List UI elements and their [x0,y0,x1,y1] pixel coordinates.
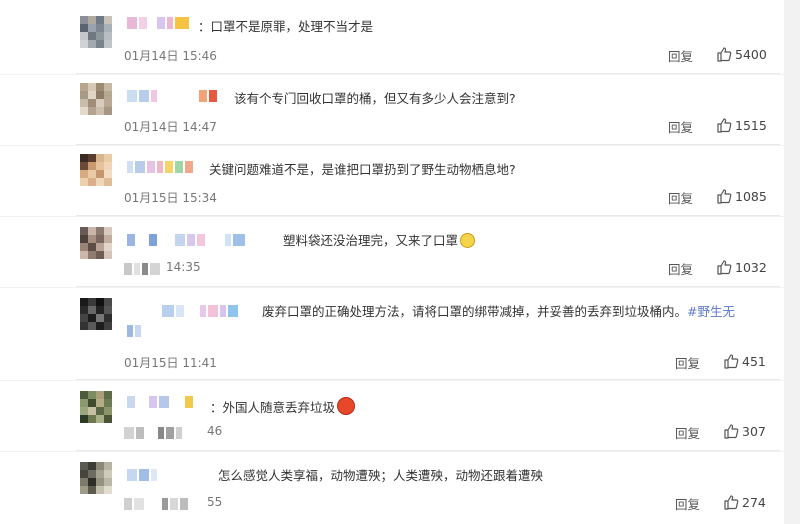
thumbs-up-icon [717,47,732,62]
like-count: 307 [742,423,766,439]
like-button[interactable]: 1515 [716,117,767,133]
username[interactable] [127,233,245,247]
username[interactable] [162,304,238,318]
avatar[interactable] [80,298,112,330]
comment-text: 关键问题难道不是，是谁把口罩扔到了野生动物栖息地? [209,162,516,177]
like-count: 451 [742,353,766,369]
reply-button[interactable]: 回复 [675,423,700,442]
comment-time: 55 [207,495,223,509]
reply-button[interactable]: 回复 [675,353,700,372]
avatar[interactable] [80,16,112,48]
username[interactable] [127,395,193,409]
comment-time: 14:35 [166,260,201,274]
comment-text: 废弃口罩的正确处理方法，请将口罩的绑带减掉，并妥善的丢弃到垃圾桶内。#野生无 [262,304,735,319]
like-button[interactable]: 307 [723,423,766,439]
like-count: 1032 [735,259,767,275]
comment-time-obscured [124,426,182,440]
comment-item: 怎么感觉人类享福，动物遭殃；人类遭殃，动物还跟着遭殃 55 回复 274 [0,452,800,524]
comment-item: 该有个专门回收口罩的桶，但又有多少人会注意到? 01月14日 14:47 回复 … [0,75,800,145]
hashtag-link[interactable]: #野生无 [687,304,735,319]
like-count: 274 [742,494,766,510]
reply-button[interactable]: 回复 [675,494,700,513]
comment-item: ：口罩不是原罪，处理不当才是 01月14日 15:46 回复 5400 [0,0,800,74]
comment-item: 关键问题难道不是，是谁把口罩扔到了野生动物栖息地? 01月15日 15:34 回… [0,146,800,216]
thumbs-up-icon [717,118,732,133]
angry-emoji-icon [337,397,356,415]
like-count: 1515 [735,117,767,133]
page-edge [784,0,800,524]
username[interactable] [127,89,217,103]
comment-time: 01月15日 15:34 [124,191,217,205]
comment-time: 01月14日 14:47 [124,120,217,134]
avatar[interactable] [80,391,112,423]
comment-item: ：外国人随意丢弃垃圾 46 回复 307 [0,381,800,451]
reply-button[interactable]: 回复 [668,46,693,65]
comment-text: 塑料袋还没治理完，又来了口罩 [283,233,476,249]
thumbs-up-icon [717,260,732,275]
username[interactable] [127,16,189,30]
comment-time: 01月15日 11:41 [124,356,217,370]
reply-button[interactable]: 回复 [668,259,693,278]
comment-time-obscured [124,262,160,276]
thumbs-up-icon [724,495,739,510]
comment-text: ：口罩不是原罪，处理不当才是 [198,19,374,34]
like-button[interactable]: 5400 [716,46,767,62]
comment-item: 废弃口罩的正确处理方法，请将口罩的绑带减掉，并妥善的丢弃到垃圾桶内。#野生无 0… [0,288,800,380]
comment-text: 怎么感觉人类享福，动物遭殃；人类遭殃，动物还跟着遭殃 [218,468,544,483]
username[interactable] [127,160,193,174]
avatar[interactable] [80,462,112,494]
like-button[interactable]: 274 [723,494,766,510]
reply-button[interactable]: 回复 [668,188,693,207]
comment-time-obscured [124,497,188,511]
thumbs-up-icon [717,189,732,204]
thumbs-up-icon [724,424,739,439]
like-count: 5400 [735,46,767,62]
username[interactable] [127,468,157,482]
comment-text: 该有个专门回收口罩的桶，但又有多少人会注意到? [234,91,516,106]
thumbs-up-icon [724,354,739,369]
like-button[interactable]: 451 [723,353,766,369]
username-continued [127,324,141,338]
like-count: 1085 [735,188,767,204]
avatar[interactable] [80,154,112,186]
avatar[interactable] [80,83,112,115]
like-button[interactable]: 1032 [716,259,767,275]
reply-button[interactable]: 回复 [668,117,693,136]
mask-emoji-icon [460,233,476,248]
avatar[interactable] [80,227,112,259]
like-button[interactable]: 1085 [716,188,767,204]
comment-item: 塑料袋还没治理完，又来了口罩 14:35 回复 1032 [0,217,800,287]
comment-text: ：外国人随意丢弃垃圾 [210,397,356,416]
comment-list: ：口罩不是原罪，处理不当才是 01月14日 15:46 回复 5400 该有个专… [0,0,800,524]
comment-time: 46 [207,424,223,438]
comment-time: 01月14日 15:46 [124,49,217,63]
